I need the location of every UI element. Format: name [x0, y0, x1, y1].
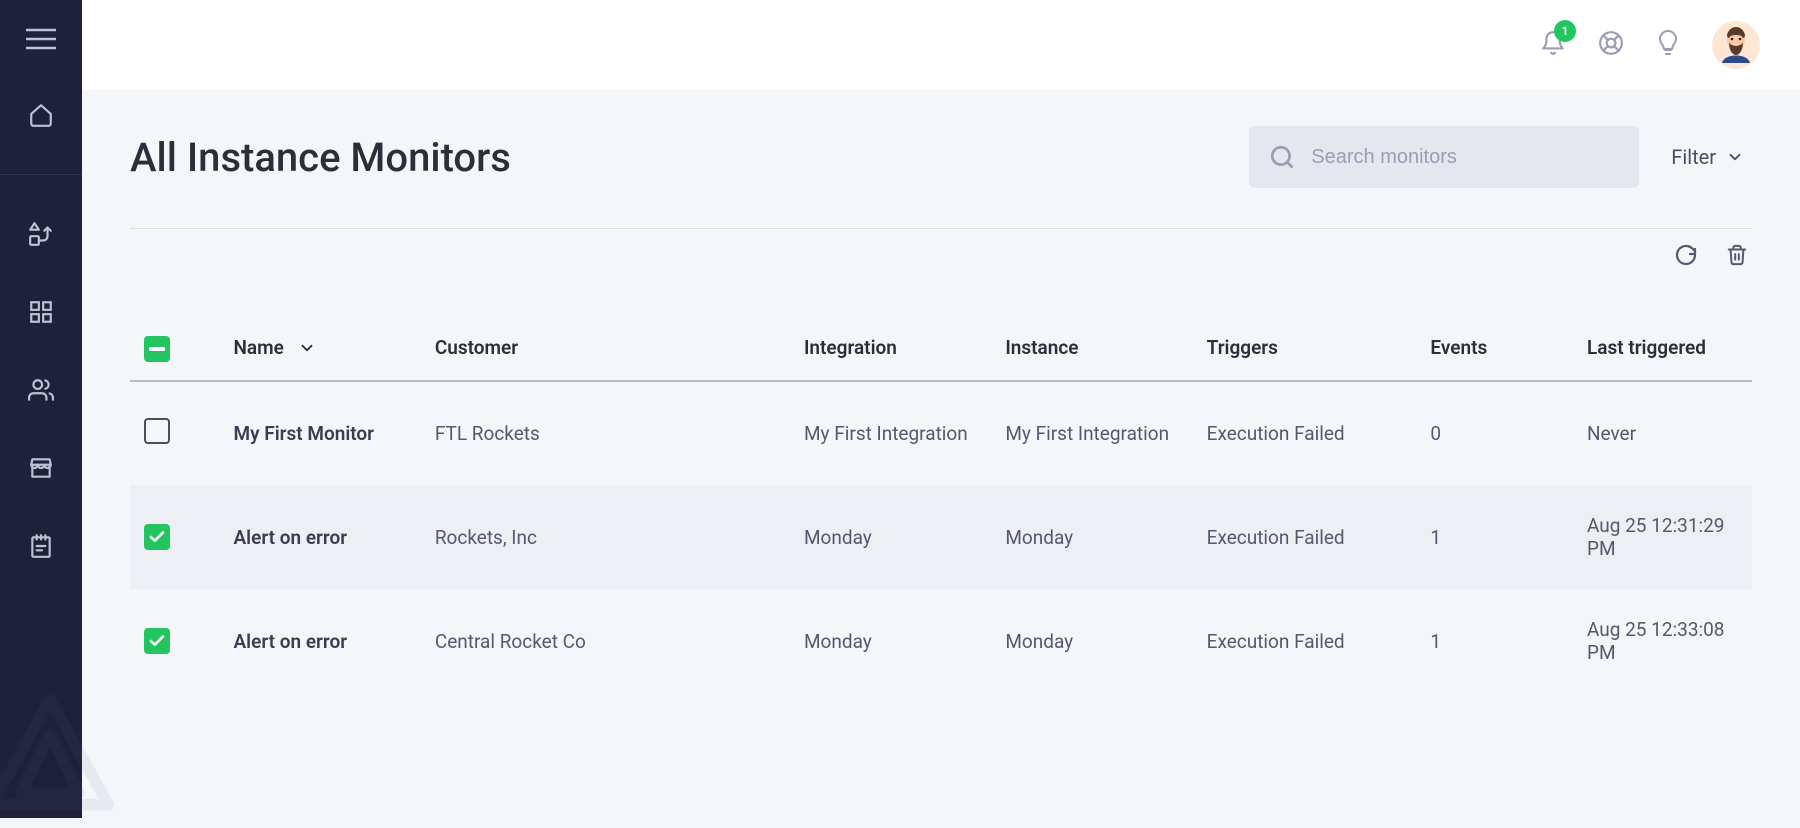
cell-instance: Monday — [991, 485, 1192, 589]
table-row[interactable]: My First MonitorFTL RocketsMy First Inte… — [130, 381, 1752, 485]
sidebar-item-marketplace[interactable] — [0, 449, 82, 487]
chevron-down-icon[interactable] — [298, 339, 316, 357]
cell-customer: Rockets, Inc — [421, 485, 790, 589]
cell-last-triggered: Aug 25 12:31:29 PM — [1573, 485, 1752, 589]
trash-icon — [1726, 243, 1748, 267]
delete-button[interactable] — [1726, 243, 1748, 271]
lifebuoy-icon — [1598, 30, 1624, 56]
sidebar-divider — [0, 174, 82, 175]
suggestions-button[interactable] — [1656, 29, 1680, 61]
cell-last-triggered: Never — [1573, 381, 1752, 485]
cell-instance: My First Integration — [991, 381, 1192, 485]
menu-toggle-button[interactable] — [26, 28, 56, 54]
cell-customer: Central Rocket Co — [421, 589, 790, 693]
check-icon — [148, 528, 166, 546]
cell-events: 1 — [1416, 485, 1573, 589]
page-title: All Instance Monitors — [130, 134, 1225, 181]
cell-customer: FTL Rockets — [421, 381, 790, 485]
grid-icon — [28, 299, 54, 325]
store-icon — [28, 455, 54, 481]
cell-triggers: Execution Failed — [1193, 589, 1417, 693]
indeterminate-icon — [149, 347, 165, 351]
sidebar-item-home[interactable] — [0, 96, 82, 134]
cell-name: Alert on error — [219, 589, 420, 693]
table-toolbar — [130, 228, 1752, 285]
page-header-row: All Instance Monitors Filter — [130, 126, 1752, 188]
cell-events: 1 — [1416, 589, 1573, 693]
column-header-name[interactable]: Name — [233, 336, 283, 359]
sidebar-nav — [0, 96, 82, 565]
cell-last-triggered: Aug 25 12:33:08 PM — [1573, 589, 1752, 693]
hamburger-icon — [26, 28, 56, 50]
cell-triggers: Execution Failed — [1193, 381, 1417, 485]
table-row[interactable]: Alert on errorRockets, IncMondayMondayEx… — [130, 485, 1752, 589]
search-input[interactable] — [1311, 146, 1619, 169]
column-header-triggers[interactable]: Triggers — [1193, 315, 1417, 381]
clipboard-icon — [28, 533, 54, 559]
home-icon — [28, 102, 54, 128]
cell-integration: My First Integration — [790, 381, 991, 485]
cell-integration: Monday — [790, 485, 991, 589]
row-checkbox[interactable] — [144, 628, 170, 654]
filter-button[interactable]: Filter — [1663, 145, 1752, 169]
user-avatar[interactable] — [1712, 21, 1760, 69]
sidebar-item-components[interactable] — [0, 293, 82, 331]
help-button[interactable] — [1598, 30, 1624, 60]
content: All Instance Monitors Filter — [82, 90, 1800, 818]
chevron-down-icon — [1726, 148, 1744, 166]
select-all-checkbox[interactable] — [144, 336, 170, 362]
cell-name: Alert on error — [219, 485, 420, 589]
notifications-button[interactable]: 1 — [1540, 30, 1566, 60]
refresh-button[interactable] — [1674, 243, 1698, 271]
column-header-integration[interactable]: Integration — [790, 315, 991, 381]
topbar: 1 — [82, 0, 1800, 90]
cell-instance: Monday — [991, 589, 1192, 693]
column-header-customer[interactable]: Customer — [421, 315, 790, 381]
refresh-icon — [1674, 243, 1698, 267]
row-checkbox[interactable] — [144, 418, 170, 444]
cell-triggers: Execution Failed — [1193, 485, 1417, 589]
column-header-events[interactable]: Events — [1416, 315, 1573, 381]
search-icon — [1269, 144, 1295, 170]
check-icon — [148, 632, 166, 650]
table-row[interactable]: Alert on errorCentral Rocket CoMondayMon… — [130, 589, 1752, 693]
filter-label: Filter — [1671, 145, 1716, 169]
column-header-last-triggered[interactable]: Last triggered — [1573, 315, 1752, 381]
cell-events: 0 — [1416, 381, 1573, 485]
cell-name: My First Monitor — [219, 381, 420, 485]
sidebar-item-integrations[interactable] — [0, 215, 82, 253]
monitors-table: Name Customer Integration Instance Trigg… — [130, 315, 1752, 693]
notification-badge: 1 — [1554, 20, 1576, 42]
main-area: 1 All Instance Monitors — [82, 0, 1800, 818]
sidebar-item-logs[interactable] — [0, 527, 82, 565]
sidebar-item-customers[interactable] — [0, 371, 82, 409]
flow-icon — [28, 221, 54, 247]
row-checkbox[interactable] — [144, 524, 170, 550]
cell-integration: Monday — [790, 589, 991, 693]
users-icon — [28, 377, 54, 403]
lightbulb-icon — [1656, 29, 1680, 57]
search-box[interactable] — [1249, 126, 1639, 188]
sidebar — [0, 0, 82, 818]
column-header-instance[interactable]: Instance — [991, 315, 1192, 381]
